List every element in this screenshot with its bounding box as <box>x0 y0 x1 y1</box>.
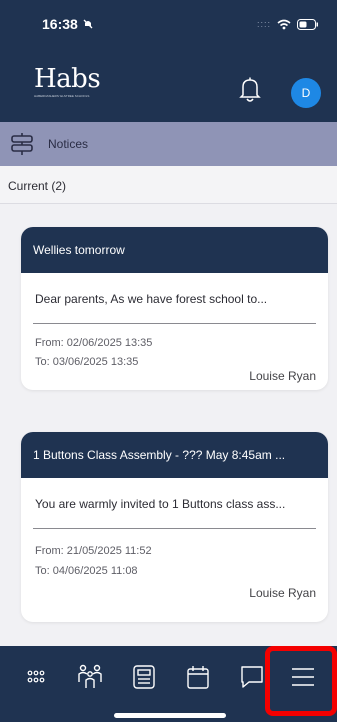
notice-from: From: 21/05/2025 11:52 <box>35 545 152 557</box>
notifications-bell-icon[interactable] <box>238 76 262 109</box>
status-indicators: :::: <box>256 18 319 30</box>
signpost-icon <box>11 133 33 155</box>
silent-mode-icon <box>83 19 93 29</box>
logo-subtext: HABERDASHERS' ELSTREE SCHOOLS <box>34 94 90 98</box>
notices-title: Notices <box>48 137 89 151</box>
notice-card[interactable]: Wellies tomorrow Dear parents, As we hav… <box>21 227 328 390</box>
current-section-label: Current (2) <box>0 166 337 204</box>
notice-title: Wellies tomorrow <box>21 227 328 273</box>
app-header: Habs HABERDASHERS' ELSTREE SCHOOLS D <box>0 48 337 122</box>
notice-preview: Dear parents, As we have forest school t… <box>33 273 316 324</box>
notice-to: To: 03/06/2025 13:35 <box>35 356 139 368</box>
wifi-icon <box>277 19 291 29</box>
habs-logo[interactable]: Habs HABERDASHERS' ELSTREE SCHOOLS <box>34 64 101 98</box>
logo-text: Habs <box>34 64 101 94</box>
battery-icon <box>297 18 318 30</box>
notice-to: To: 04/06/2025 11:08 <box>35 565 138 577</box>
family-icon[interactable] <box>75 662 105 692</box>
chat-icon[interactable] <box>237 662 267 692</box>
home-indicator[interactable] <box>114 713 226 718</box>
notice-card[interactable]: 1 Buttons Class Assembly - ??? May 8:45a… <box>21 432 328 622</box>
calendar-icon[interactable] <box>183 662 213 692</box>
clock-text: 16:38 <box>42 16 78 32</box>
apps-grid-icon[interactable] <box>21 662 51 692</box>
menu-button-highlight <box>265 646 337 716</box>
newspaper-icon[interactable] <box>129 662 159 692</box>
notice-author: Louise Ryan <box>249 586 316 600</box>
signal-icon: :::: <box>256 19 271 29</box>
user-avatar[interactable]: D <box>291 78 321 108</box>
notice-title: 1 Buttons Class Assembly - ??? May 8:45a… <box>21 432 328 478</box>
notice-author: Louise Ryan <box>249 369 316 383</box>
notices-title-bar: Notices <box>0 122 337 166</box>
status-time: 16:38 <box>42 16 94 32</box>
status-bar: 16:38 :::: <box>0 0 337 48</box>
notice-preview: You are warmly invited to 1 Buttons clas… <box>33 478 316 529</box>
notice-from: From: 02/06/2025 13:35 <box>35 337 153 349</box>
